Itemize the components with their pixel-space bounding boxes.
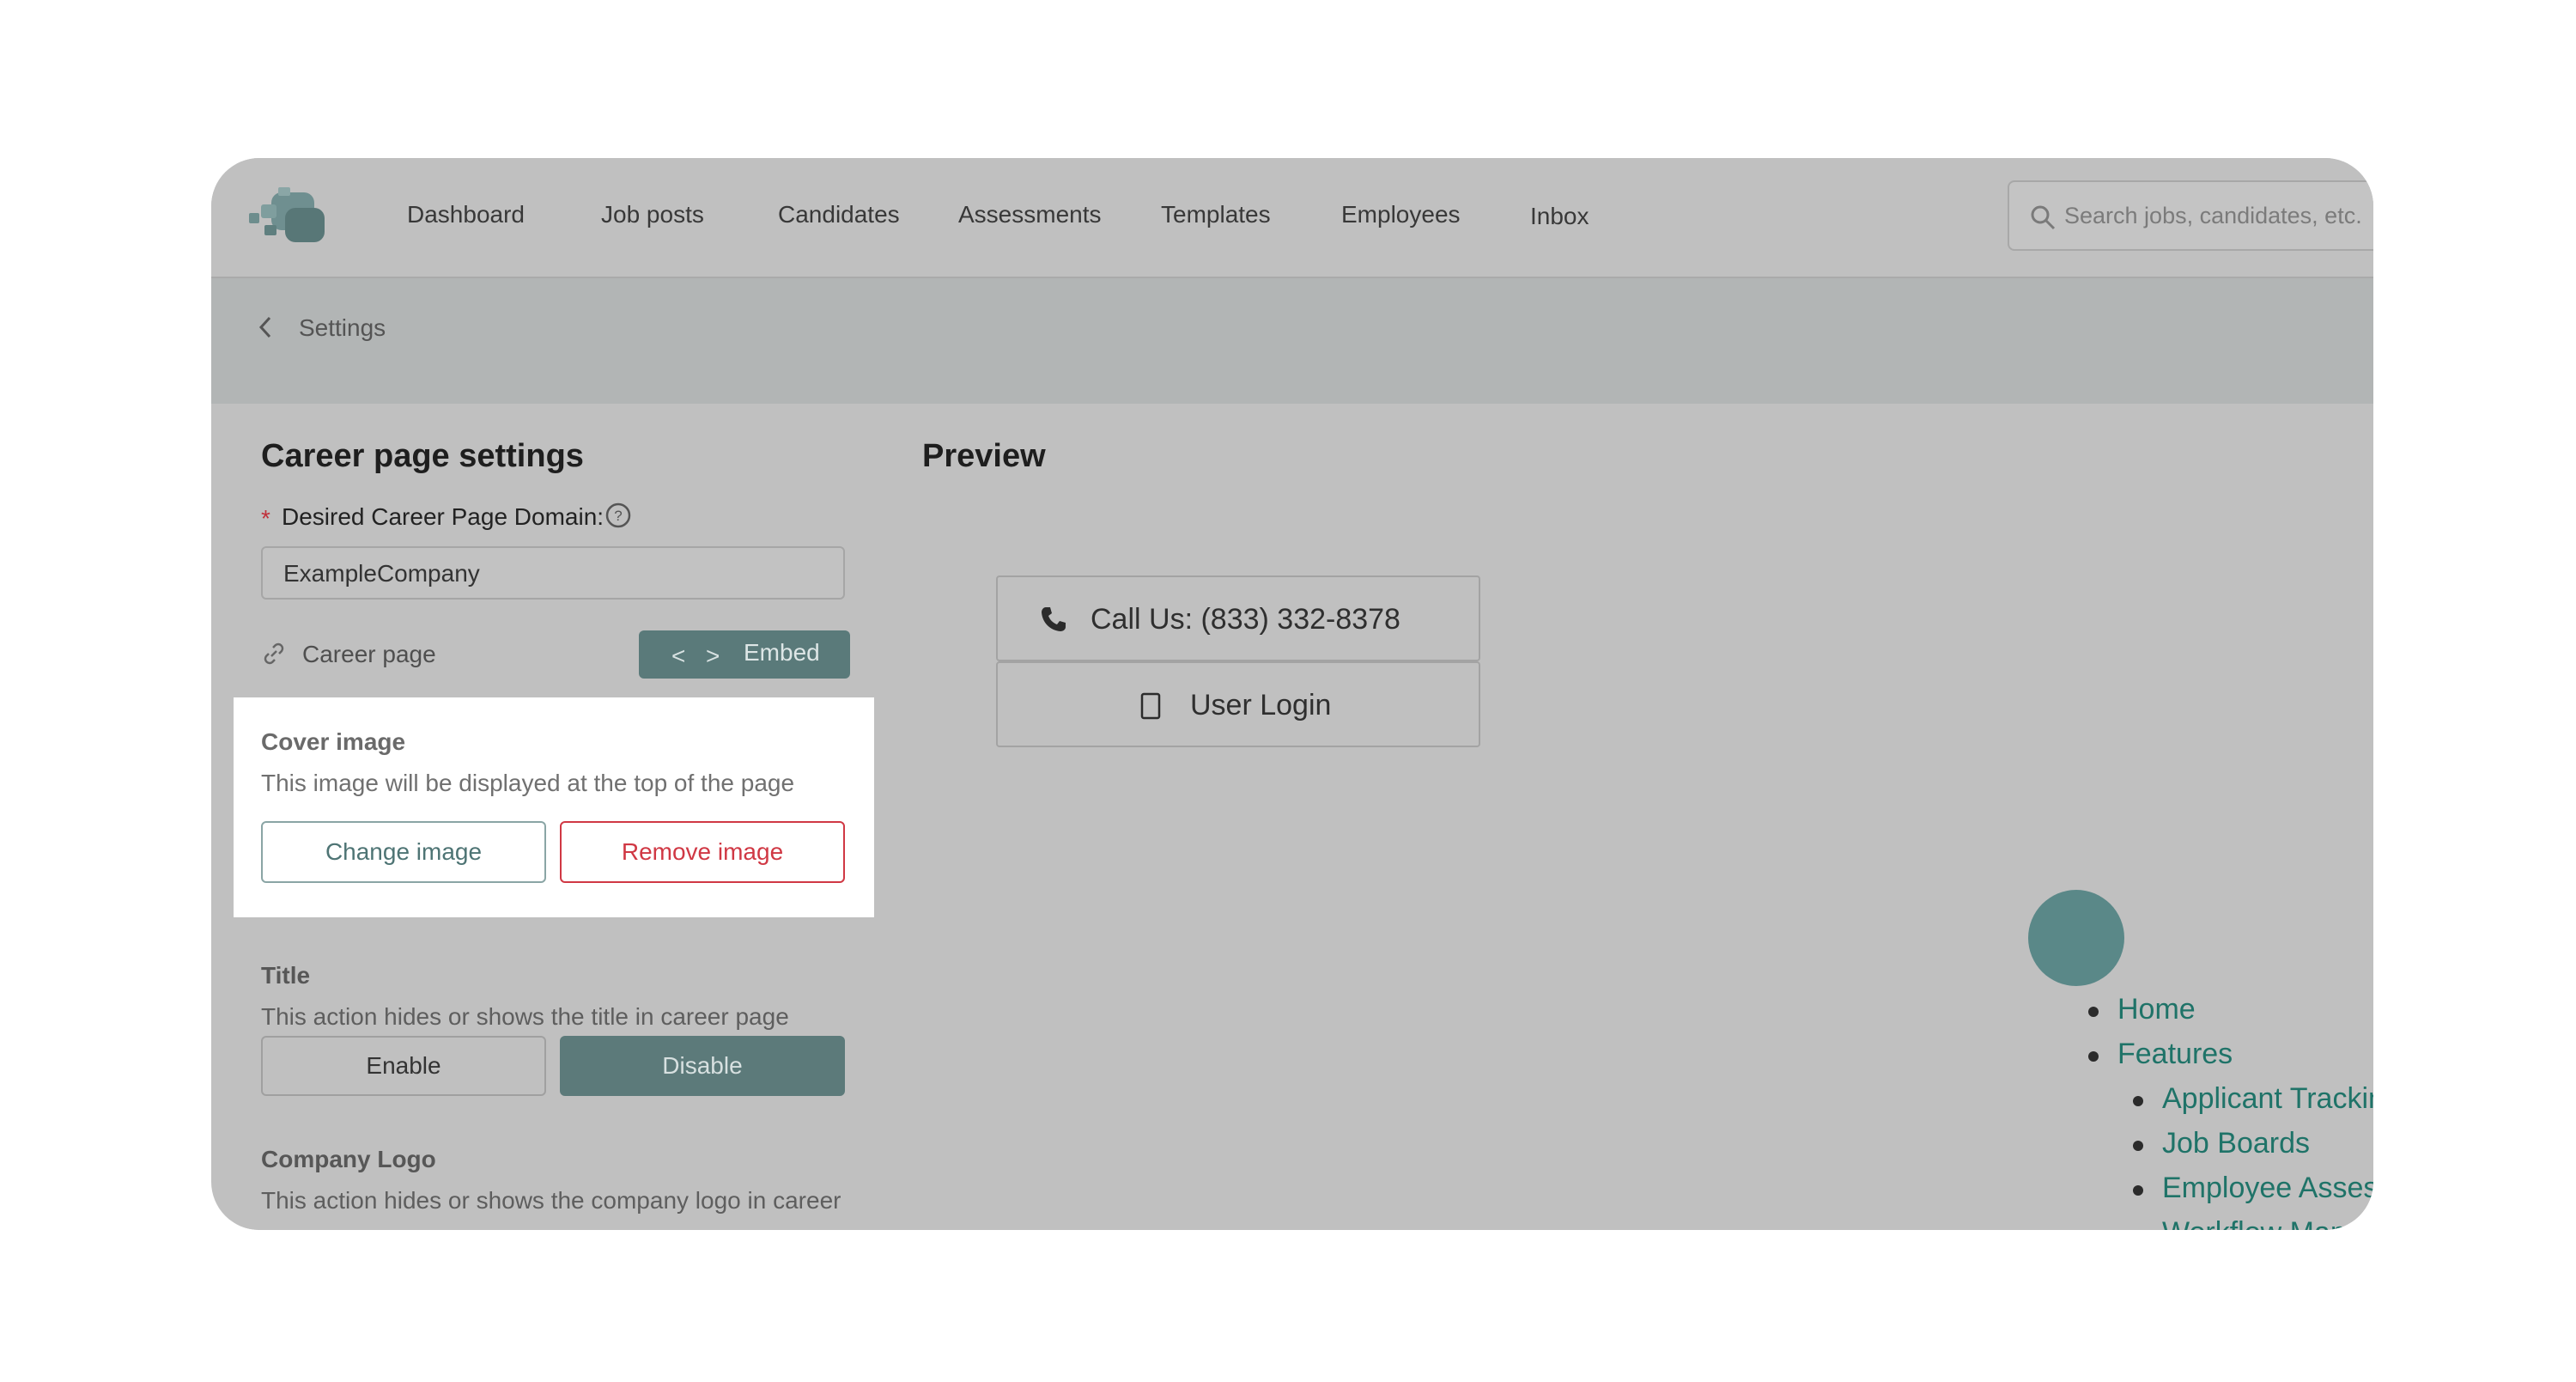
remove-image-button[interactable]: Remove image bbox=[560, 821, 845, 883]
nav-templates[interactable]: Templates bbox=[1161, 201, 1271, 228]
breadcrumb: Settings bbox=[211, 278, 2373, 404]
menu-workflow-link[interactable]: Workflow Management bbox=[2162, 1216, 2373, 1230]
domain-label: Desired Career Page Domain: bbox=[282, 503, 605, 530]
user-icon bbox=[1140, 692, 1161, 720]
bullet bbox=[2133, 1096, 2143, 1106]
bullet bbox=[2133, 1185, 2143, 1196]
menu-home-link[interactable]: Home bbox=[2117, 993, 2196, 1026]
search-placeholder: Search jobs, candidates, etc. bbox=[2064, 203, 2362, 228]
domain-value: ExampleCompany bbox=[283, 560, 480, 587]
settings-header: Career page settings * Desired Career Pa… bbox=[234, 404, 874, 697]
nav-candidates[interactable]: Candidates bbox=[778, 201, 900, 228]
menu-features-link[interactable]: Features bbox=[2117, 1038, 2233, 1071]
call-us-label: Call Us: (833) 332-8378 bbox=[1091, 603, 1400, 636]
app-window: Dashboard Job posts Candidates Assessmen… bbox=[211, 158, 2373, 1230]
embed-button[interactable]: < > Embed bbox=[639, 630, 850, 679]
user-login-label: User Login bbox=[1190, 689, 1332, 721]
svg-text:?: ? bbox=[614, 508, 622, 524]
bullet bbox=[2088, 1007, 2099, 1017]
menu-job-boards-link[interactable]: Job Boards bbox=[2162, 1127, 2310, 1160]
search-icon bbox=[2031, 205, 2056, 230]
nav-assessments[interactable]: Assessments bbox=[958, 201, 1102, 228]
nav-employees[interactable]: Employees bbox=[1341, 201, 1461, 228]
nav-job-posts[interactable]: Job posts bbox=[601, 201, 704, 228]
user-login-button[interactable]: User Login bbox=[996, 661, 1480, 747]
phone-icon bbox=[1042, 607, 1066, 631]
avatar[interactable] bbox=[2028, 890, 2124, 986]
top-nav: Dashboard Job posts Candidates Assessmen… bbox=[211, 158, 2373, 278]
preview-title: Preview bbox=[922, 438, 1046, 474]
title-section-heading: Title bbox=[261, 962, 311, 989]
logo-section-description-cont: page bbox=[261, 1225, 314, 1230]
change-image-button[interactable]: Change image bbox=[261, 821, 546, 883]
enable-label: Enable bbox=[366, 1052, 441, 1079]
link-icon bbox=[264, 642, 284, 665]
disable-label: Disable bbox=[662, 1052, 743, 1079]
logo-section-heading: Company Logo bbox=[261, 1146, 436, 1172]
embed-label: Embed bbox=[744, 639, 820, 666]
menu-employee-assessments-link[interactable]: Employee Assessments bbox=[2162, 1172, 2373, 1205]
app-logo-icon[interactable] bbox=[246, 182, 331, 254]
cover-image-heading: Cover image bbox=[261, 728, 406, 755]
nav-dashboard[interactable]: Dashboard bbox=[407, 201, 525, 228]
career-page-link[interactable]: Career page bbox=[302, 641, 436, 668]
domain-field[interactable]: ExampleCompany bbox=[261, 546, 845, 600]
remove-image-label: Remove image bbox=[621, 838, 784, 865]
cover-image-section: Cover image This image will be displayed… bbox=[234, 697, 874, 917]
call-us-button[interactable]: Call Us: (833) 332-8378 bbox=[996, 575, 1480, 661]
bullet bbox=[2088, 1051, 2099, 1062]
help-icon[interactable]: ? bbox=[605, 502, 632, 529]
breadcrumb-settings[interactable]: Settings bbox=[299, 314, 386, 342]
code-icon-right: > bbox=[706, 642, 720, 669]
page-title: Career page settings bbox=[261, 438, 584, 474]
search-input[interactable]: Search jobs, candidates, etc. bbox=[2008, 180, 2373, 251]
cover-image-description: This image will be displayed at the top … bbox=[261, 770, 795, 796]
chevron-left-icon[interactable] bbox=[256, 314, 275, 340]
change-image-label: Change image bbox=[325, 838, 483, 865]
preview-panel: Preview Call Us: (833) 332-8378 User Log… bbox=[895, 404, 2373, 1230]
menu-applicant-tracking-link[interactable]: Applicant Tracking bbox=[2162, 1082, 2373, 1116]
logo-section-description: This action hides or shows the company l… bbox=[261, 1187, 841, 1214]
code-icon: < bbox=[671, 642, 686, 669]
title-section-description: This action hides or shows the title in … bbox=[261, 1003, 789, 1030]
bullet bbox=[2133, 1141, 2143, 1151]
enable-title-button[interactable]: Enable bbox=[261, 1036, 546, 1096]
disable-title-button[interactable]: Disable bbox=[560, 1036, 845, 1096]
required-marker: * bbox=[261, 505, 270, 532]
nav-inbox[interactable]: Inbox bbox=[1530, 203, 1589, 230]
